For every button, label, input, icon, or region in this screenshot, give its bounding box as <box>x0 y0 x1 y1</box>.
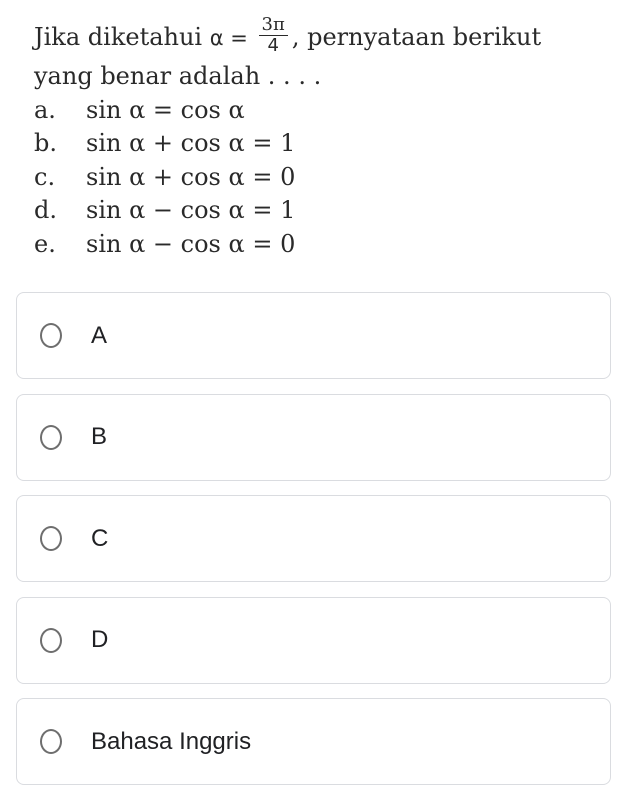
choice-d[interactable]: D <box>16 596 611 684</box>
choice-c[interactable]: C <box>16 495 611 582</box>
fraction: 3π 4 <box>258 15 288 56</box>
statement-expression: sin α + cos α = 1 <box>86 129 296 158</box>
statement-list: a. sin α = cos α b. sin α + cos α = 1 c.… <box>34 93 614 261</box>
equals-sign: = <box>223 26 255 50</box>
radio-button-icon[interactable] <box>40 323 62 348</box>
question-line-2: yang benar adalah . . . . <box>34 62 322 90</box>
statement-letter: e. <box>34 229 56 258</box>
question-intro: Jika diketahui <box>34 23 210 51</box>
answer-choices: A B C D Bahasa Inggris <box>16 292 611 800</box>
statement-e: e. sin α − cos α = 0 <box>34 227 614 261</box>
radio-button-icon[interactable] <box>40 526 62 551</box>
question-text: Jika diketahui α = 3π 4, pernyataan berik… <box>34 15 614 261</box>
statement-letter: d. <box>34 196 57 225</box>
statement-expression: sin α − cos α = 1 <box>86 196 296 225</box>
choice-label: D <box>91 626 109 653</box>
statement-letter: c. <box>34 162 56 191</box>
choice-bahasa-inggris[interactable]: Bahasa Inggris <box>16 698 611 785</box>
fraction-numerator: 3π <box>258 15 288 36</box>
question-continuation: , pernyataan berikut <box>291 23 542 51</box>
statement-letter: b. <box>34 129 57 158</box>
statement-a: a. sin α = cos α <box>34 93 614 127</box>
statement-expression: sin α − cos α = 0 <box>86 229 296 258</box>
choice-a[interactable]: A <box>16 292 611 379</box>
fraction-denominator: 4 <box>267 35 279 56</box>
choice-label: B <box>91 423 108 450</box>
statement-b: b. sin α + cos α = 1 <box>34 127 614 161</box>
choice-b[interactable]: B <box>16 393 611 481</box>
statement-expression: sin α = cos α <box>86 95 245 124</box>
choice-label: C <box>91 524 109 552</box>
statement-expression: sin α + cos α = 0 <box>86 162 296 191</box>
radio-button-icon[interactable] <box>40 729 62 754</box>
statement-d: d. sin α − cos α = 1 <box>34 194 614 228</box>
radio-button-icon[interactable] <box>40 627 62 653</box>
alpha-symbol: α <box>209 26 224 50</box>
statement-letter: a. <box>34 95 56 124</box>
choice-label: A <box>91 321 108 349</box>
question-line-1: Jika diketahui α = 3π 4, pernyataan berik… <box>34 15 614 59</box>
statement-c: c. sin α + cos α = 0 <box>34 160 614 194</box>
choice-label: Bahasa Inggris <box>91 727 252 755</box>
radio-button-icon[interactable] <box>40 424 62 450</box>
